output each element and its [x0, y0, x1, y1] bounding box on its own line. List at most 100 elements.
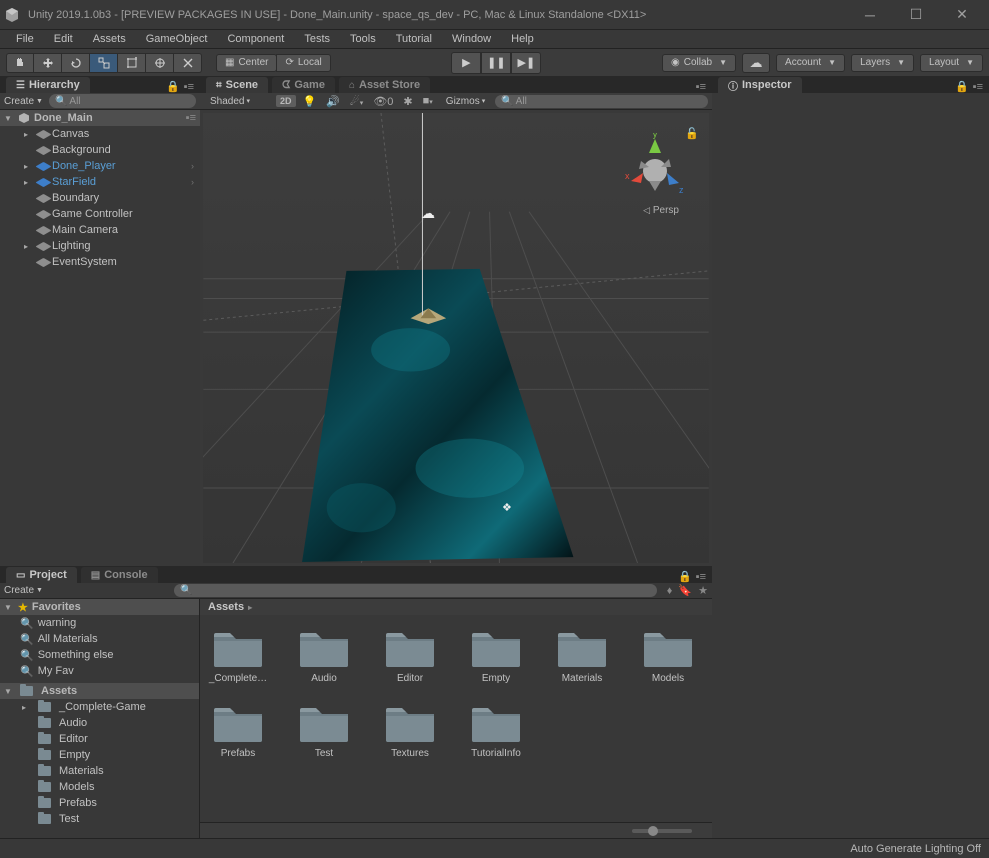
- favorite-item[interactable]: 🔍Something else: [0, 647, 199, 663]
- menu-assets[interactable]: Assets: [83, 31, 136, 47]
- hierarchy-item[interactable]: ▸Done_Player›: [0, 158, 200, 174]
- tab-project[interactable]: ▭ Project: [6, 567, 77, 583]
- star-icon[interactable]: ★: [698, 584, 708, 597]
- step-button[interactable]: ▶❚: [511, 52, 541, 74]
- asset-folder[interactable]: Empty: [466, 627, 526, 684]
- project-tree-item[interactable]: Editor: [0, 731, 199, 747]
- asset-folder[interactable]: Test: [294, 702, 354, 759]
- collab-dropdown[interactable]: ◉ Collab ▼: [662, 54, 736, 72]
- menu-tools[interactable]: Tools: [340, 31, 386, 47]
- favorites-header[interactable]: ▼ ★ Favorites: [0, 599, 199, 615]
- hand-tool-button[interactable]: [6, 53, 34, 73]
- hierarchy-item[interactable]: ▸Lighting: [0, 238, 200, 254]
- fold-icon[interactable]: ▸: [24, 242, 34, 251]
- asset-folder[interactable]: Editor: [380, 627, 440, 684]
- audio-icon[interactable]: 🔊: [323, 95, 343, 108]
- persp-label[interactable]: ◁ Persp: [643, 205, 679, 216]
- tab-scene[interactable]: ⌗ Scene: [206, 77, 268, 93]
- menu-edit[interactable]: Edit: [44, 31, 83, 47]
- menu-gameobject[interactable]: GameObject: [136, 31, 218, 47]
- gear-icon[interactable]: ✱: [400, 95, 415, 108]
- hierarchy-tab[interactable]: ☰ Hierarchy: [6, 77, 90, 93]
- camera-icon[interactable]: ■▾: [420, 95, 436, 107]
- scene-viewport[interactable]: ☁ ❖ 🔓 y x z: [200, 110, 712, 566]
- layers-dropdown[interactable]: Layers ▼: [851, 54, 914, 72]
- hidden-icon[interactable]: 👁0: [370, 95, 396, 108]
- project-tree-item[interactable]: Prefabs: [0, 795, 199, 811]
- pause-button[interactable]: ❚❚: [481, 52, 511, 74]
- project-tree-item[interactable]: Audio: [0, 715, 199, 731]
- hierarchy-item[interactable]: ▸Canvas: [0, 126, 200, 142]
- fold-icon[interactable]: ▸: [24, 130, 34, 139]
- tab-console[interactable]: ▤ Console: [81, 567, 158, 583]
- asset-folder[interactable]: Textures: [380, 702, 440, 759]
- fold-icon[interactable]: ▸: [22, 703, 32, 712]
- asset-folder[interactable]: TutorialInfo: [466, 702, 526, 759]
- project-tree-item[interactable]: Test: [0, 811, 199, 827]
- panel-menu-icon[interactable]: ▪≡: [973, 81, 983, 93]
- panel-lock-icon[interactable]: 🔒: [955, 80, 969, 93]
- prefab-chevron-icon[interactable]: ›: [191, 177, 194, 187]
- space-toggle[interactable]: ⟳ Local: [276, 54, 330, 72]
- hierarchy-item[interactable]: Game Controller: [0, 206, 200, 222]
- project-tree-item[interactable]: ▸_Complete-Game: [0, 699, 199, 715]
- favorite-item[interactable]: 🔍All Materials: [0, 631, 199, 647]
- move-tool-button[interactable]: [34, 53, 62, 73]
- fx-icon[interactable]: ☄▾: [347, 95, 366, 108]
- asset-folder[interactable]: Audio: [294, 627, 354, 684]
- project-create-button[interactable]: Create ▼: [4, 585, 43, 596]
- hierarchy-item[interactable]: Boundary: [0, 190, 200, 206]
- scene-search-input[interactable]: 🔍 All: [495, 95, 708, 108]
- favorite-item[interactable]: 🔍My Fav: [0, 663, 199, 679]
- fold-icon[interactable]: ▼: [4, 687, 14, 696]
- panel-menu-icon[interactable]: ▪≡: [696, 571, 706, 583]
- project-search-input[interactable]: 🔍: [174, 584, 657, 597]
- asset-folder[interactable]: _Complete…: [208, 627, 268, 684]
- menu-help[interactable]: Help: [501, 31, 544, 47]
- project-tree-item[interactable]: Empty: [0, 747, 199, 763]
- light-icon[interactable]: 💡: [300, 95, 320, 108]
- pivot-toggle[interactable]: ▦ Center: [216, 54, 277, 72]
- close-button[interactable]: ✕: [939, 1, 985, 29]
- gizmos-dropdown[interactable]: Gizmos ▾: [440, 94, 491, 108]
- hierarchy-item[interactable]: ▸StarField›: [0, 174, 200, 190]
- transform-tool-button[interactable]: [146, 53, 174, 73]
- account-dropdown[interactable]: Account ▼: [776, 54, 845, 72]
- tab-game[interactable]: ᗧ Game: [272, 77, 335, 93]
- scale-tool-button[interactable]: [90, 53, 118, 73]
- minimize-button[interactable]: ─: [847, 1, 893, 29]
- hierarchy-item[interactable]: Background: [0, 142, 200, 158]
- maximize-button[interactable]: ☐: [893, 1, 939, 29]
- hierarchy-item[interactable]: Main Camera: [0, 222, 200, 238]
- shaded-dropdown[interactable]: Shaded ▾: [204, 94, 256, 108]
- panel-menu-icon[interactable]: ▪≡: [184, 81, 194, 93]
- fold-icon[interactable]: ▸: [24, 162, 34, 171]
- play-button[interactable]: ▶: [451, 52, 481, 74]
- fold-icon[interactable]: ▸: [24, 178, 34, 187]
- panel-lock-icon[interactable]: 🔒: [166, 80, 180, 93]
- panel-lock-icon[interactable]: 🔒: [678, 570, 692, 583]
- tag-icon[interactable]: 🔖: [678, 584, 692, 597]
- fold-icon[interactable]: ▼: [4, 114, 14, 123]
- assets-header[interactable]: ▼ Assets: [0, 683, 199, 699]
- project-tree-item[interactable]: Materials: [0, 763, 199, 779]
- hierarchy-create-button[interactable]: Create ▼: [4, 96, 43, 107]
- filter-icon[interactable]: ♦: [667, 585, 673, 597]
- scene-row[interactable]: ▼ Done_Main ▪≡: [0, 110, 200, 126]
- tab-assetstore[interactable]: ⌂ Asset Store: [339, 77, 430, 93]
- scene-menu-icon[interactable]: ▪≡: [186, 112, 196, 124]
- favorite-item[interactable]: 🔍warning: [0, 615, 199, 631]
- project-tree-item[interactable]: Models: [0, 779, 199, 795]
- orientation-gizmo[interactable]: y x z: [621, 133, 689, 213]
- asset-folder[interactable]: Prefabs: [208, 702, 268, 759]
- hierarchy-search-input[interactable]: 🔍 All: [49, 94, 196, 108]
- custom-tool-button[interactable]: [174, 53, 202, 73]
- asset-folder[interactable]: Materials: [552, 627, 612, 684]
- toggle-2d[interactable]: 2D: [276, 95, 296, 107]
- cloud-button[interactable]: ☁: [742, 53, 770, 73]
- menu-tutorial[interactable]: Tutorial: [386, 31, 442, 47]
- breadcrumb[interactable]: Assets ▸: [200, 599, 712, 615]
- panel-menu-icon[interactable]: ▪≡: [696, 81, 706, 93]
- menu-component[interactable]: Component: [217, 31, 294, 47]
- hierarchy-item[interactable]: EventSystem: [0, 254, 200, 270]
